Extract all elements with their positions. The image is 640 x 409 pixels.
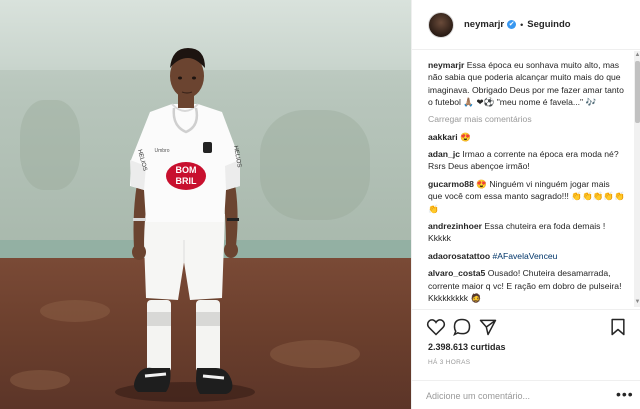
comment-item: adan_jc Irmao a corrente na época era mo…	[428, 148, 626, 173]
add-comment-input[interactable]	[426, 388, 601, 404]
boy-figure: BOM BRIL Umbro HELIOS HELIOS	[115, 48, 255, 402]
comment-icon[interactable]	[452, 317, 472, 337]
load-more-comments-link[interactable]: Carregar mais comentários	[428, 114, 626, 124]
header-username[interactable]: neymarjr	[464, 19, 504, 30]
heart-icon[interactable]	[426, 317, 446, 337]
likes-count[interactable]: 2.398.613 curtidas	[428, 342, 506, 352]
header-separator: •	[520, 19, 524, 30]
comments-list[interactable]: neymarjr Essa época eu sonhava muito alt…	[412, 51, 634, 307]
comment-item: adaorosatattoo #AFavelaVenceu	[428, 250, 626, 262]
comment-item: alvaro_costa5 Ousado! Chuteira desamarra…	[428, 267, 626, 304]
comment-username[interactable]: adaorosatattoo	[428, 251, 490, 261]
post-header: neymarjr ✔ • Seguindo	[412, 0, 640, 50]
post-photo[interactable]: BOM BRIL Umbro HELIOS HELIOS	[0, 0, 411, 409]
comments-scrollbar[interactable]: ▲ ▼	[634, 51, 640, 307]
comment-hashtag-link[interactable]: #AFavelaVenceu	[492, 251, 557, 261]
post-actions: 2.398.613 curtidas HÁ 3 HORAS •••	[412, 309, 640, 409]
caption-username[interactable]: neymarjr	[428, 60, 464, 70]
comment-text: 😍	[460, 131, 471, 142]
more-options-button[interactable]: •••	[616, 386, 634, 402]
instagram-post: BOM BRIL Umbro HELIOS HELIOS neymarjr ✔ …	[0, 0, 640, 409]
scroll-up-arrow-icon[interactable]: ▲	[634, 51, 640, 60]
comment-username[interactable]: andrezinhoer	[428, 221, 482, 231]
shirt-sponsor-line2: BRIL	[176, 176, 197, 186]
avatar[interactable]	[428, 11, 454, 38]
share-icon[interactable]	[478, 317, 498, 337]
comment-item: aakkari 😍	[428, 131, 626, 143]
bookmark-icon[interactable]	[608, 317, 628, 337]
comment-username[interactable]: adan_jc	[428, 149, 460, 159]
add-comment-bar: •••	[412, 380, 640, 409]
comment-username[interactable]: alvaro_costa5	[428, 268, 485, 278]
scrollbar-thumb[interactable]	[635, 61, 640, 123]
shirt-sponsor-line1: BOM	[176, 165, 197, 175]
comment-username[interactable]: gucarmo88	[428, 179, 474, 189]
comment-username[interactable]: aakkari	[428, 132, 458, 142]
caption: neymarjr Essa época eu sonhava muito alt…	[428, 59, 626, 109]
post-timestamp: HÁ 3 HORAS	[428, 359, 471, 366]
shirt-brand: Umbro	[154, 148, 169, 154]
comment-item: andrezinhoer Essa chuteira era foda dema…	[428, 220, 626, 245]
post-side-panel: neymarjr ✔ • Seguindo neymarjr Essa époc…	[411, 0, 640, 409]
comment-item: gucarmo88 😍 Ninguém vi ninguém jogar mai…	[428, 178, 626, 215]
following-button[interactable]: Seguindo	[527, 19, 570, 30]
scroll-down-arrow-icon[interactable]: ▼	[634, 298, 640, 307]
action-icons	[426, 317, 631, 339]
verified-badge-icon: ✔	[507, 20, 517, 29]
